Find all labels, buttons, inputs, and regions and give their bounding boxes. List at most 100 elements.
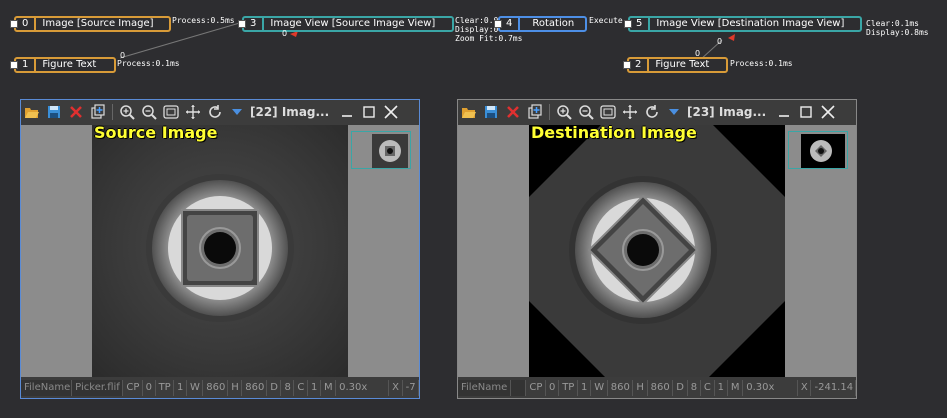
node-name: Figure Text — [42, 59, 97, 70]
graph-edges — [119, 21, 735, 61]
status-cp: 0 — [143, 380, 156, 396]
image-view-window-destination[interactable]: [23] Imag... Destination Image FileName … — [457, 99, 857, 399]
status-filename — [510, 380, 527, 396]
rotate-icon[interactable] — [204, 101, 226, 123]
status-bar: FileName Picker.flif CP 0 TP 1 W 860 H 8… — [21, 378, 419, 398]
status-c-label: C — [294, 380, 308, 396]
node-name: Image View [Source Image View] — [270, 18, 436, 29]
image-canvas[interactable]: Destination Image — [458, 125, 856, 377]
status-d-label: D — [267, 380, 282, 396]
node-stat-clear: Clear:0.1ms — [866, 19, 919, 28]
node-input-pin[interactable] — [10, 20, 18, 28]
fit-icon[interactable] — [160, 101, 182, 123]
image-view-toolbar: [23] Imag... — [458, 100, 856, 124]
dropdown-triangle-icon[interactable] — [226, 101, 248, 123]
status-tp: 1 — [174, 380, 187, 396]
image-view-toolbar: [22] Imag... — [21, 100, 419, 124]
dropdown-triangle-icon[interactable] — [663, 101, 685, 123]
graph-node-figure-text-2[interactable]: 2 Figure Text — [623, 57, 728, 73]
move-icon[interactable] — [619, 101, 641, 123]
image-canvas[interactable]: Source Image — [21, 125, 419, 377]
move-icon[interactable] — [182, 101, 204, 123]
node-stat: Process:0.5ms — [172, 16, 235, 25]
node-index: 4 — [500, 18, 521, 30]
status-h: 860 — [648, 380, 674, 396]
navigator-thumbnail[interactable] — [351, 131, 411, 169]
graph-node-rotation[interactable]: 4 Rotation — [494, 16, 587, 32]
maximize-icon[interactable] — [358, 101, 380, 123]
rotated-part-image-graphic — [529, 125, 785, 377]
node-input-pin[interactable] — [494, 20, 502, 28]
node-name: Rotation — [532, 18, 575, 29]
image-view-window-source[interactable]: [22] Imag... Source Image FileName Picke… — [20, 99, 420, 399]
node-input-pin[interactable] — [10, 61, 18, 69]
status-h: 860 — [242, 380, 268, 396]
close-x-icon[interactable] — [65, 101, 87, 123]
part-image-graphic — [146, 174, 294, 322]
rotate-icon[interactable] — [641, 101, 663, 123]
graph-node-source-image-view[interactable]: 3 Image View [Source Image View] — [238, 16, 454, 32]
toolbar-separator — [549, 104, 550, 120]
status-c: 1 — [308, 380, 321, 396]
status-m-label: M — [321, 380, 337, 396]
node-stat-zoomfit: Zoom Fit:0.7ms — [455, 34, 523, 43]
status-c: 1 — [715, 380, 728, 396]
port-label: 0 — [282, 29, 288, 38]
graph-node-destination-image-view[interactable]: 5 Image View [Destination Image View] — [624, 16, 862, 32]
node-stat: Execute — [589, 16, 623, 25]
graph-node-figure-text-1[interactable]: 1 Figure Text — [10, 57, 116, 73]
close-icon[interactable] — [380, 101, 402, 123]
status-d: 8 — [281, 380, 295, 396]
node-name: Figure Text — [655, 59, 710, 70]
close-icon[interactable] — [817, 101, 839, 123]
status-x-label: X — [798, 380, 812, 396]
status-m: 0.30x — [743, 380, 798, 396]
status-filename: Picker.flif — [72, 380, 124, 396]
save-icon[interactable] — [480, 101, 502, 123]
minimize-icon[interactable] — [773, 101, 795, 123]
image-overlay-label: Source Image — [94, 125, 218, 142]
port-label: 0 — [120, 51, 126, 60]
zoom-in-icon[interactable] — [116, 101, 138, 123]
status-w-label: W — [591, 380, 608, 396]
zoom-out-icon[interactable] — [138, 101, 160, 123]
status-tp-label: TP — [156, 380, 174, 396]
node-stat: Process:0.1ms — [117, 59, 180, 68]
zoom-out-icon[interactable] — [575, 101, 597, 123]
status-m: 0.30x — [336, 380, 390, 396]
zoom-in-icon[interactable] — [553, 101, 575, 123]
open-folder-icon[interactable] — [21, 101, 43, 123]
fit-icon[interactable] — [597, 101, 619, 123]
toolbar-separator — [112, 104, 113, 120]
status-filename-label: FileName — [458, 380, 511, 396]
status-h-label: H — [228, 380, 243, 396]
status-x-label: X — [389, 380, 403, 396]
copy-add-icon[interactable] — [87, 101, 109, 123]
close-x-icon[interactable] — [502, 101, 524, 123]
minimize-icon[interactable] — [336, 101, 358, 123]
navigator-thumbnail[interactable] — [788, 131, 848, 169]
status-filename-label: FileName — [21, 380, 73, 396]
port-label: 0 — [695, 49, 701, 58]
source-image — [92, 125, 348, 377]
status-bar: FileName CP 0 TP 1 W 860 H 860 D 8 C 1 M… — [458, 378, 856, 398]
status-d: 8 — [688, 380, 701, 396]
open-folder-icon[interactable] — [458, 101, 480, 123]
status-cp: 0 — [546, 380, 560, 396]
graph-node-image-source[interactable]: 0 Image [Source Image] — [10, 16, 171, 32]
status-m-label: M — [728, 380, 744, 396]
node-index: 5 — [630, 18, 651, 30]
node-input-pin[interactable] — [238, 20, 246, 28]
node-input-pin[interactable] — [623, 61, 631, 69]
save-icon[interactable] — [43, 101, 65, 123]
node-stat-display: Display:0.8ms — [866, 28, 929, 37]
status-cp-label: CP — [123, 380, 143, 396]
maximize-icon[interactable] — [795, 101, 817, 123]
port-label: 0 — [717, 37, 723, 46]
status-w: 860 — [203, 380, 229, 396]
copy-add-icon[interactable] — [524, 101, 546, 123]
destination-image — [529, 125, 785, 377]
node-input-pin[interactable] — [624, 20, 632, 28]
status-x: -241.14 — [811, 380, 856, 396]
node-index: 2 — [629, 59, 650, 71]
